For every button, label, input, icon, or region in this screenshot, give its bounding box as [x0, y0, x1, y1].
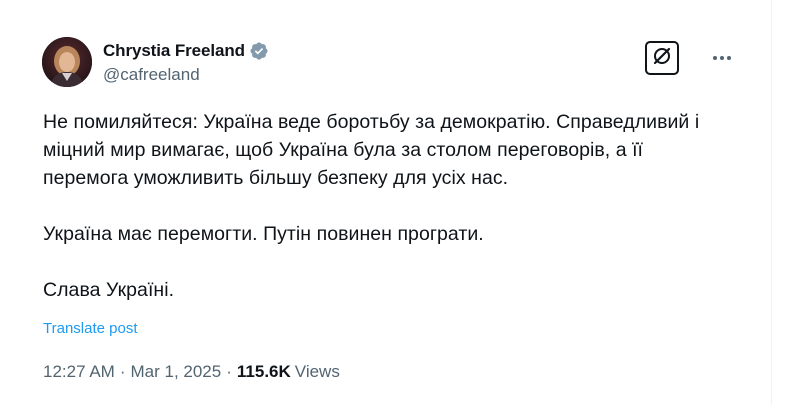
meta-separator: ·	[226, 362, 232, 381]
name-row: Chrystia Freeland	[103, 39, 269, 63]
views-count[interactable]: 115.6K	[237, 362, 291, 382]
verified-badge-icon[interactable]	[249, 41, 269, 61]
tweet-card: Chrystia Freeland @cafreeland Не помиляй…	[0, 0, 772, 405]
author-handle[interactable]: @cafreeland	[103, 65, 269, 85]
grok-icon	[651, 45, 673, 72]
tweet-text: Не помиляйтеся: Україна веде боротьбу за…	[43, 108, 763, 304]
avatar-image	[42, 37, 92, 87]
author-names: Chrystia Freeland @cafreeland	[103, 39, 269, 85]
tweet-paragraph: Не помиляйтеся: Україна веде боротьбу за…	[43, 111, 700, 189]
grok-button[interactable]	[645, 41, 679, 75]
tweet-header: Chrystia Freeland @cafreeland	[42, 36, 743, 88]
tweet-meta: 12:27 AM · Mar 1, 2025 · 115.6K Views	[43, 362, 340, 382]
author-display-name[interactable]: Chrystia Freeland	[103, 41, 245, 61]
more-options-icon	[712, 48, 732, 66]
views-label: Views	[294, 362, 340, 381]
translate-post-link[interactable]: Translate post	[43, 320, 138, 337]
avatar[interactable]	[42, 37, 92, 87]
tweet-paragraph: Слава Україні.	[43, 279, 175, 301]
post-time[interactable]: 12:27 AM	[43, 362, 115, 382]
post-date[interactable]: Mar 1, 2025	[131, 362, 222, 382]
tweet-paragraph: Україна має перемогти. Путін повинен про…	[43, 223, 484, 245]
more-options-button[interactable]	[707, 42, 737, 72]
meta-separator: ·	[119, 362, 126, 381]
